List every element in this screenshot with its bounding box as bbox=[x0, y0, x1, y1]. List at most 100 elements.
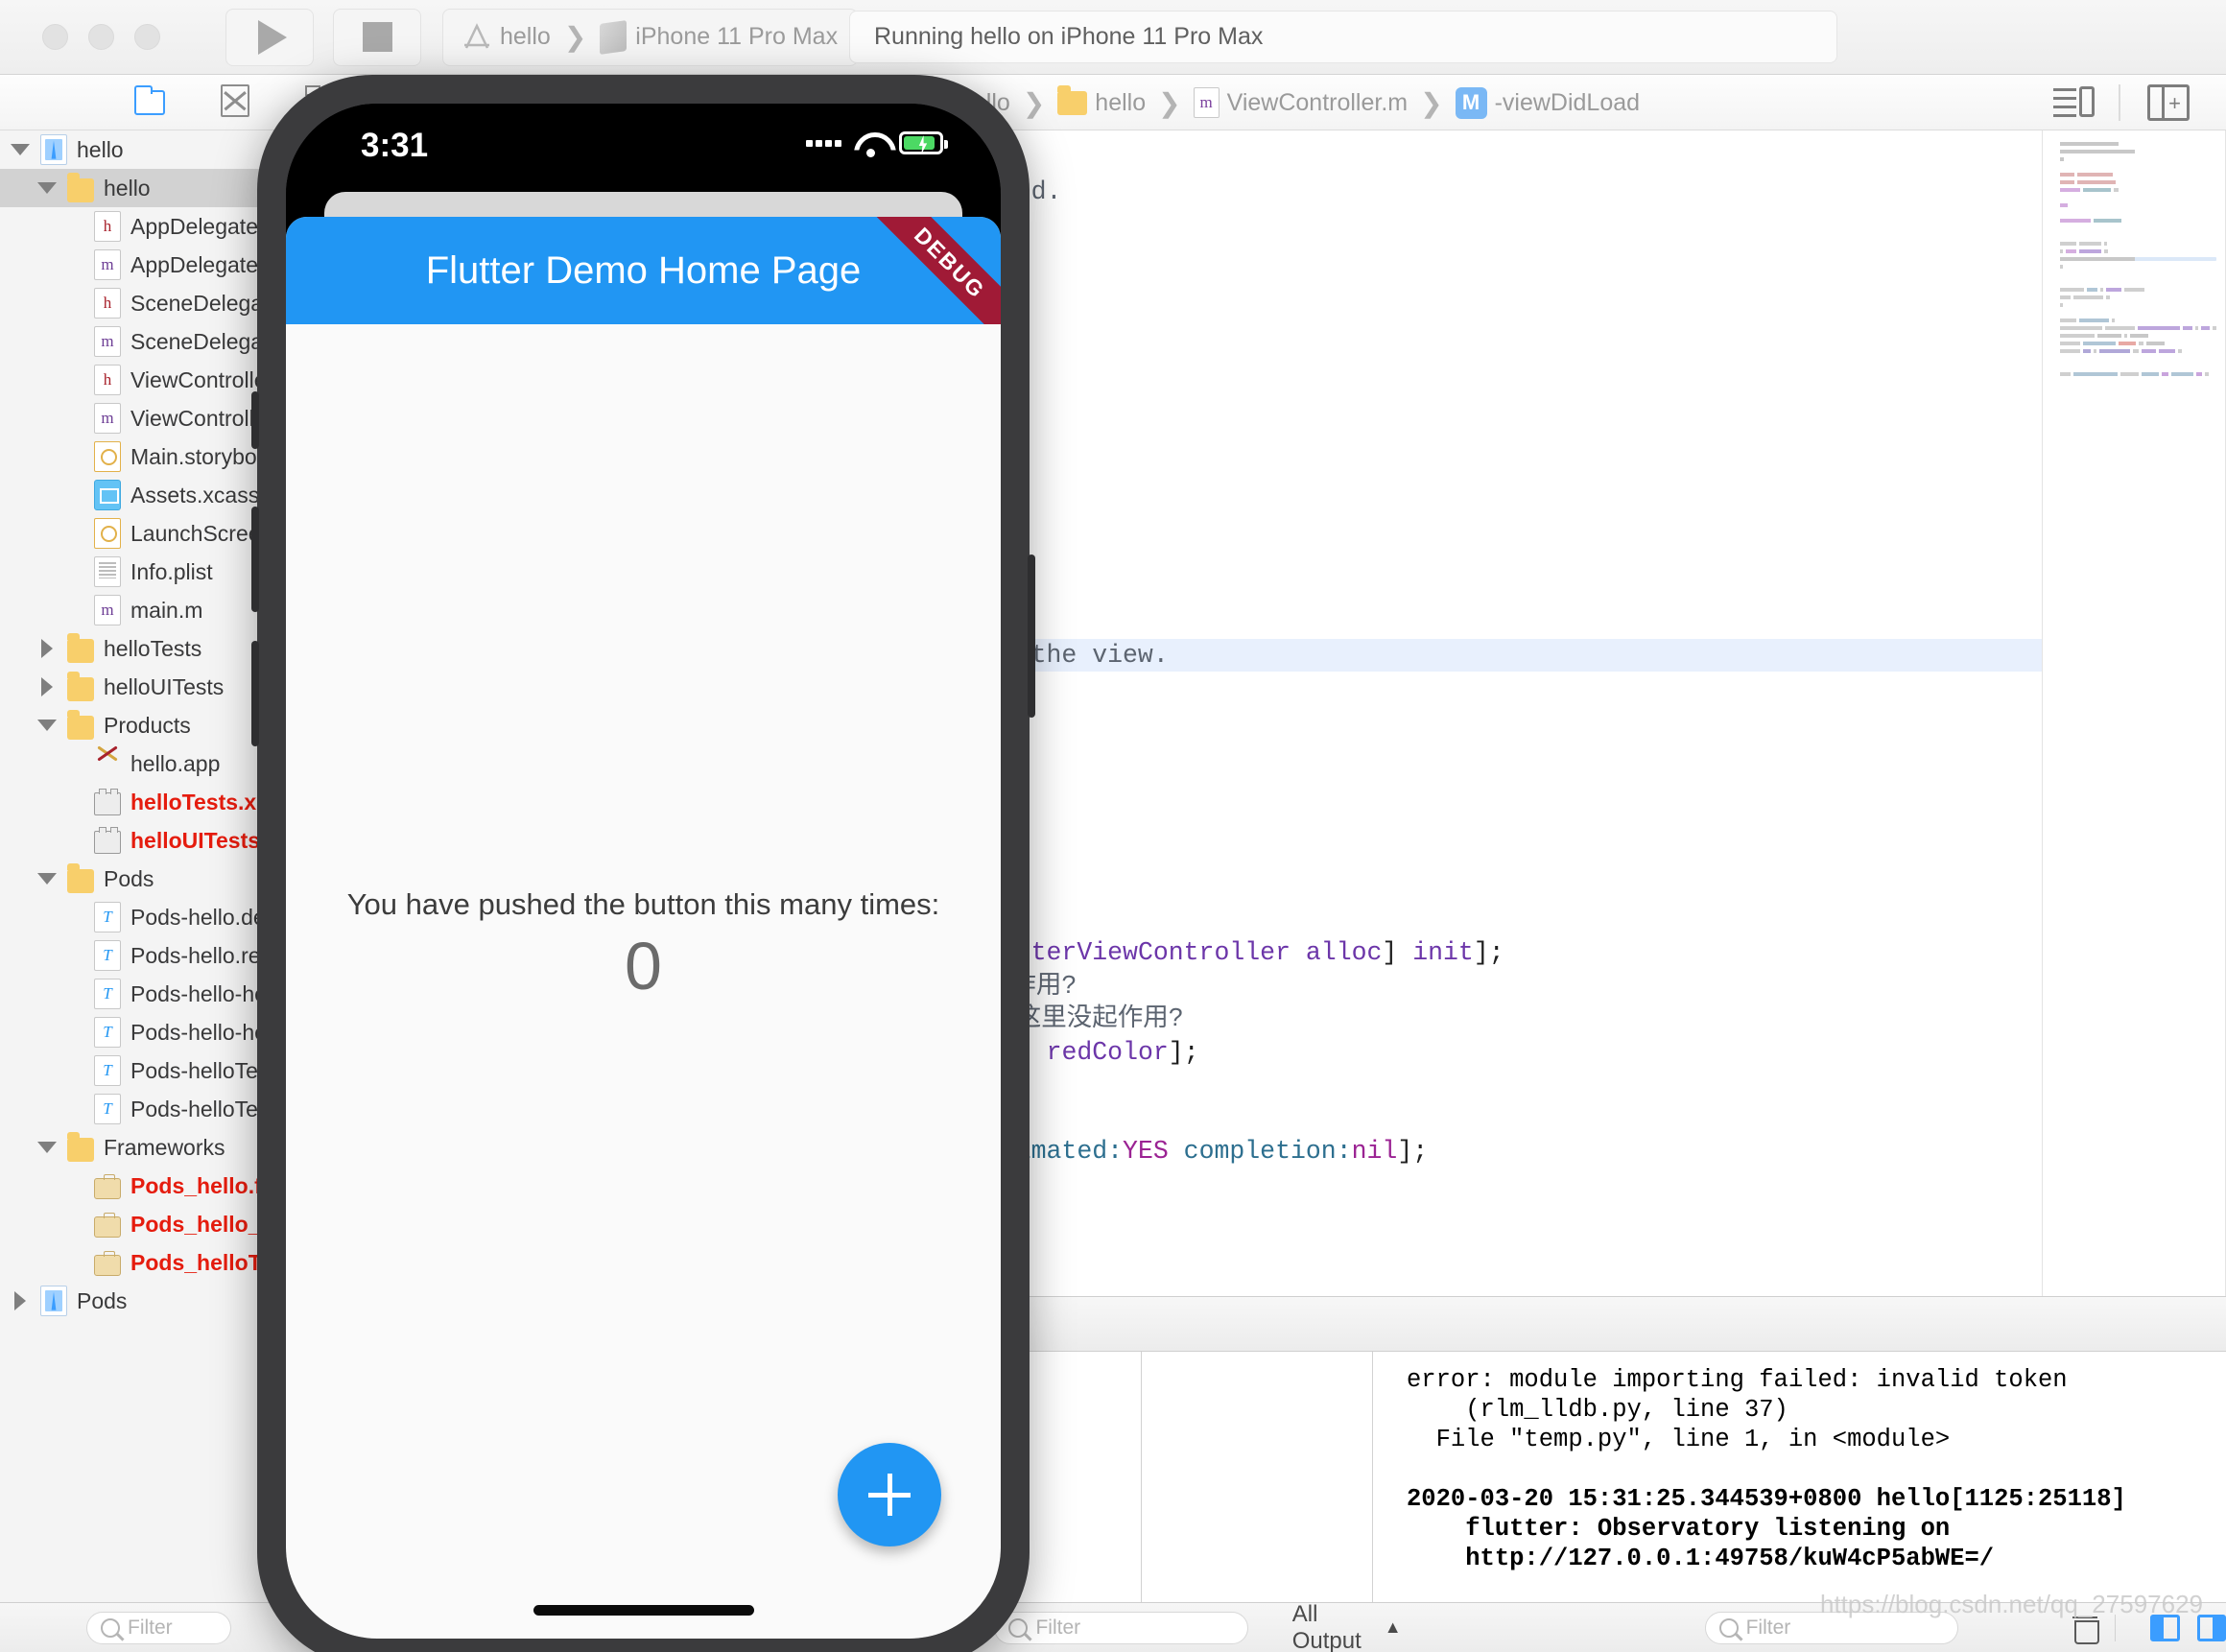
disclosure-open-icon[interactable] bbox=[36, 1137, 58, 1158]
navigator-row[interactable]: Products bbox=[0, 706, 287, 744]
navigator-row[interactable]: Pods_hello.framework bbox=[0, 1167, 287, 1205]
minimap-line bbox=[2060, 372, 2216, 376]
window-traffic-lights[interactable] bbox=[42, 24, 160, 50]
zoom-window-button[interactable] bbox=[134, 24, 160, 50]
all-output-selector[interactable]: All Output ▲ bbox=[1292, 1601, 1402, 1652]
navigator-row[interactable]: TPods-hello-hello.release.xcconfig bbox=[0, 1013, 287, 1051]
navigator-row[interactable]: helloTests.xctest bbox=[0, 783, 287, 821]
disclosure-open-icon[interactable] bbox=[36, 177, 58, 199]
framework-icon bbox=[94, 1250, 121, 1276]
xctest-product-icon bbox=[94, 827, 121, 854]
navigator-row[interactable]: Pods_helloTests.framework bbox=[0, 1243, 287, 1282]
navigator-row[interactable]: Pods bbox=[0, 860, 287, 898]
navigator-row[interactable]: h ViewController.h bbox=[0, 361, 287, 399]
close-window-button[interactable] bbox=[42, 24, 68, 50]
volume-up-button[interactable] bbox=[251, 507, 259, 612]
variables-filter-field[interactable]: Filter bbox=[994, 1611, 1248, 1644]
run-button[interactable] bbox=[225, 8, 314, 66]
disclosure-open-icon[interactable] bbox=[36, 868, 58, 889]
disclosure-closed-icon[interactable] bbox=[36, 676, 58, 697]
side-power-button[interactable] bbox=[1028, 555, 1035, 718]
navigator-row[interactable]: TPods-helloTests.debug.xcconfig bbox=[0, 1051, 287, 1090]
disclosure-closed-icon[interactable] bbox=[10, 1290, 31, 1311]
navigator-row[interactable]: m main.m bbox=[0, 591, 287, 629]
navigator-row[interactable]: Pods_hello_hello.framework bbox=[0, 1205, 287, 1243]
folder-icon bbox=[67, 671, 94, 701]
minimap-line bbox=[2060, 334, 2216, 338]
navigator-row[interactable]: TPods-hello.debug.xcconfig bbox=[0, 898, 287, 936]
scheme-device-label: iPhone 11 Pro Max bbox=[635, 23, 839, 50]
home-indicator[interactable] bbox=[533, 1605, 754, 1616]
navigator-row[interactable]: TPods-hello-hello.debug.xcconfig bbox=[0, 975, 287, 1013]
navigator-row[interactable]: hello.app bbox=[0, 744, 287, 783]
minimap-token bbox=[2060, 265, 2063, 269]
counter-value: 0 bbox=[625, 929, 662, 1003]
device-screen[interactable]: 3:31 Flutter Demo Home Page DEBUG You ha… bbox=[286, 104, 1001, 1639]
navigator-row-label: Info.plist bbox=[130, 558, 213, 584]
navigator-row[interactable]: mSceneDelegate.m bbox=[0, 322, 287, 361]
navigator-row[interactable]: helloUITests.xctest bbox=[0, 821, 287, 860]
minimap-token bbox=[2083, 342, 2116, 345]
floating-action-button[interactable] bbox=[838, 1443, 941, 1546]
navigator-row[interactable]: m AppDelegate.m bbox=[0, 246, 287, 284]
project-navigator-icon[interactable] bbox=[133, 85, 165, 115]
minimap-token bbox=[2106, 295, 2111, 299]
minimap-token bbox=[2195, 326, 2199, 330]
minimap-token bbox=[2205, 372, 2210, 376]
navigator-row[interactable]: Frameworks bbox=[0, 1128, 287, 1167]
navigator-row[interactable]: hello bbox=[0, 169, 287, 207]
minimap-token bbox=[2078, 249, 2101, 253]
disclosure-open-icon[interactable] bbox=[36, 715, 58, 736]
ios-simulator-window[interactable]: 3:31 Flutter Demo Home Page DEBUG You ha… bbox=[251, 75, 1035, 1652]
xcconfig-file-icon: T bbox=[94, 1094, 121, 1124]
flutter-app-bar: Flutter Demo Home Page DEBUG bbox=[286, 217, 1001, 324]
stop-button[interactable] bbox=[333, 8, 421, 66]
navigator-row[interactable]: LaunchScreen.storyboard bbox=[0, 514, 287, 553]
breadcrumb-file[interactable]: ViewController.m bbox=[1227, 89, 1409, 117]
minimap-token bbox=[2104, 326, 2136, 330]
flutter-app-container[interactable]: Flutter Demo Home Page DEBUG You have pu… bbox=[286, 217, 1001, 1639]
add-editor-icon[interactable]: + bbox=[2147, 84, 2190, 121]
minimap-token bbox=[2060, 303, 2063, 307]
breadcrumb[interactable]: hello ❯ hello ❯ m ViewController.m ❯ M -… bbox=[959, 75, 1640, 130]
navigator-row[interactable]: TPods-hello.release.xcconfig bbox=[0, 936, 287, 975]
minimap-line bbox=[2060, 311, 2216, 315]
project-navigator[interactable]: hello hello h AppDelegate.h m AppDelegate.m h S… bbox=[0, 130, 288, 1602]
navigator-filter-field[interactable]: Filter bbox=[86, 1611, 232, 1644]
navigator-row[interactable]: h SceneDelegate.h bbox=[0, 284, 287, 322]
navigator-row[interactable]: hello bbox=[0, 130, 287, 169]
minimap-token bbox=[2060, 150, 2135, 153]
minimap-token bbox=[2060, 326, 2102, 330]
header-file-icon: h bbox=[94, 288, 121, 319]
navigator-row[interactable]: h AppDelegate.h bbox=[0, 207, 287, 246]
disclosure-open-icon[interactable] bbox=[10, 139, 31, 160]
minimap-toggle-icon[interactable] bbox=[2053, 84, 2095, 121]
navigator-row[interactable]: Info.plist bbox=[0, 553, 287, 591]
debug-banner: DEBUG bbox=[864, 217, 1001, 324]
navigator-row[interactable]: m ViewController.m bbox=[0, 399, 287, 437]
disclosure-closed-icon[interactable] bbox=[36, 638, 58, 659]
navigator-row[interactable]: Main.storyboard bbox=[0, 437, 287, 476]
navigator-row[interactable]: Pods bbox=[0, 1282, 287, 1320]
minimap-token bbox=[2138, 326, 2181, 330]
variables-filter-placeholder: Filter bbox=[1035, 1616, 1081, 1639]
minimap-line bbox=[2060, 242, 2216, 246]
console-output-pane[interactable]: error: module importing failed: invalid … bbox=[1373, 1352, 2226, 1602]
navigator-row[interactable]: helloUITests bbox=[0, 668, 287, 706]
source-control-navigator-icon[interactable] bbox=[221, 84, 249, 117]
objc-file-icon: m bbox=[94, 249, 121, 280]
breadcrumb-symbol[interactable]: -viewDidLoad bbox=[1495, 89, 1640, 117]
volume-down-button[interactable] bbox=[251, 641, 259, 746]
minimap-line bbox=[2060, 211, 2216, 215]
breadcrumb-folder[interactable]: hello bbox=[1095, 89, 1146, 117]
simulator-device-icon bbox=[600, 19, 628, 55]
editor-minimap[interactable] bbox=[2042, 130, 2226, 1296]
minimize-window-button[interactable] bbox=[88, 24, 114, 50]
navigator-row[interactable]: TPods-helloTests.release.xcconfig bbox=[0, 1090, 287, 1128]
editor-options-toolbar[interactable]: + bbox=[2053, 84, 2190, 121]
navigator-row[interactable]: Assets.xcassets bbox=[0, 476, 287, 514]
scheme-selector[interactable]: hello ❯ iPhone 11 Pro Max bbox=[442, 8, 859, 66]
silent-switch[interactable] bbox=[251, 391, 259, 449]
navigator-row[interactable]: helloTests bbox=[0, 629, 287, 668]
minimap-token bbox=[2195, 372, 2203, 376]
